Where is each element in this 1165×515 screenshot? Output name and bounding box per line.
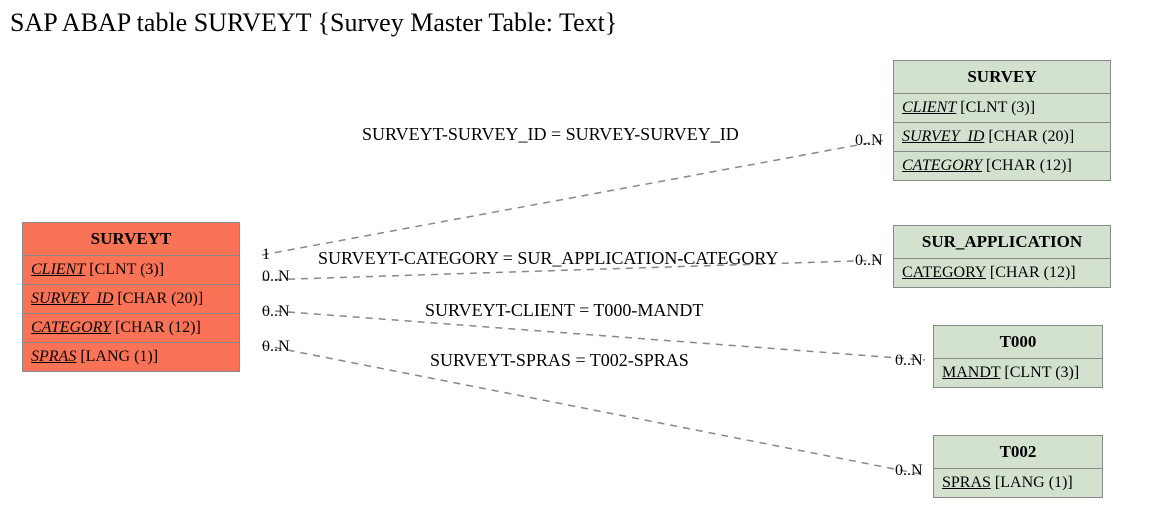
entity-survey: SURVEY CLIENT [CLNT (3)] SURVEY_ID [CHAR…: [893, 60, 1111, 181]
cardinality-left: 0..N: [262, 303, 290, 321]
entity-row: CLIENT [CLNT (3)]: [894, 94, 1110, 123]
cardinality-left: 0..N: [262, 338, 290, 356]
entity-row: MANDT [CLNT (3)]: [934, 359, 1102, 387]
cardinality-left: 0..N: [262, 268, 290, 286]
relation-label: SURVEYT-CATEGORY = SUR_APPLICATION-CATEG…: [318, 248, 778, 269]
entity-row: SURVEY_ID [CHAR (20)]: [894, 123, 1110, 152]
entity-t002-header: T002: [934, 436, 1102, 469]
entity-row: SPRAS [LANG (1)]: [23, 343, 239, 371]
entity-t000-header: T000: [934, 326, 1102, 359]
relation-label: SURVEYT-SPRAS = T002-SPRAS: [430, 350, 689, 371]
entity-sur-application-header: SUR_APPLICATION: [894, 226, 1110, 259]
relation-label: SURVEYT-SURVEY_ID = SURVEY-SURVEY_ID: [362, 124, 739, 145]
cardinality-right: 0..N: [895, 352, 923, 370]
entity-row: SURVEY_ID [CHAR (20)]: [23, 285, 239, 314]
entity-row: CLIENT [CLNT (3)]: [23, 256, 239, 285]
entity-sur-application: SUR_APPLICATION CATEGORY [CHAR (12)]: [893, 225, 1111, 288]
entity-surveyt: SURVEYT CLIENT [CLNT (3)] SURVEY_ID [CHA…: [22, 222, 240, 372]
entity-row: SPRAS [LANG (1)]: [934, 469, 1102, 497]
entity-surveyt-header: SURVEYT: [23, 223, 239, 256]
entity-row: CATEGORY [CHAR (12)]: [894, 259, 1110, 287]
entity-row: CATEGORY [CHAR (12)]: [894, 152, 1110, 180]
relation-label: SURVEYT-CLIENT = T000-MANDT: [425, 300, 703, 321]
cardinality-left: 1: [262, 246, 270, 264]
cardinality-right: 0..N: [855, 132, 883, 150]
cardinality-right: 0..N: [855, 252, 883, 270]
page-title: SAP ABAP table SURVEYT {Survey Master Ta…: [10, 8, 617, 38]
entity-t000: T000 MANDT [CLNT (3)]: [933, 325, 1103, 388]
entity-row: CATEGORY [CHAR (12)]: [23, 314, 239, 343]
entity-t002: T002 SPRAS [LANG (1)]: [933, 435, 1103, 498]
cardinality-right: 0..N: [895, 462, 923, 480]
entity-survey-header: SURVEY: [894, 61, 1110, 94]
